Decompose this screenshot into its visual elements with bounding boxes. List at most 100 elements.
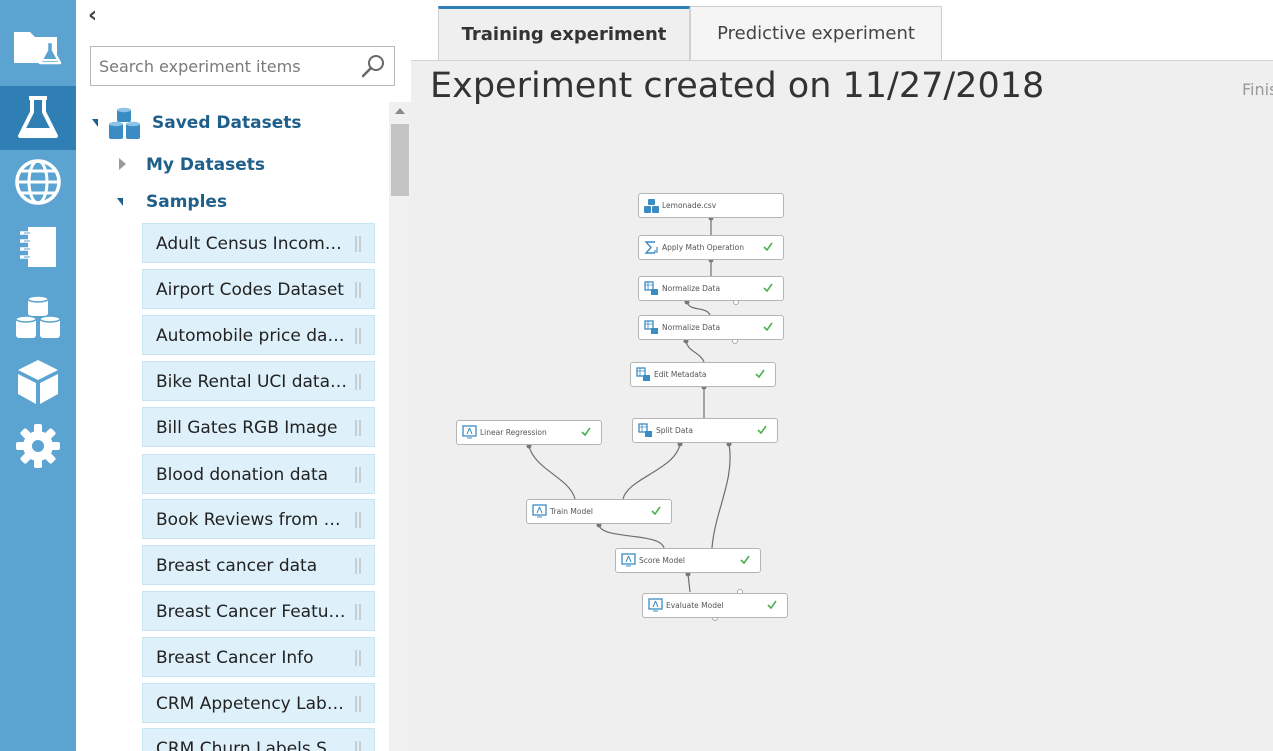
grip-icon: [355, 741, 361, 751]
check-icon: [581, 427, 591, 436]
tree-my-datasets[interactable]: My Datasets: [146, 155, 265, 175]
module-normalize-data-1[interactable]: Normalize Data: [638, 276, 784, 301]
list-item[interactable]: Bike Rental UCI dataset: [142, 361, 375, 401]
tree-samples[interactable]: Samples: [146, 192, 227, 212]
search-input[interactable]: [91, 47, 367, 85]
run-status: Finis: [1242, 80, 1273, 99]
grip-icon: [355, 467, 361, 483]
list-item[interactable]: Automobile price dat...: [142, 315, 375, 355]
list-item-label: Breast Cancer Features: [156, 602, 348, 622]
saved-datasets-expand-arrow[interactable]: [92, 119, 98, 127]
list-item-label: CRM Churn Labels Sh...: [156, 739, 348, 751]
search-box: [90, 46, 395, 86]
tab-predictive-experiment[interactable]: Predictive experiment: [690, 6, 942, 60]
palette-scrollbar[interactable]: [389, 102, 411, 751]
check-icon: [740, 555, 750, 564]
module-label: Score Model: [639, 556, 685, 565]
rail-notebooks[interactable]: [0, 215, 76, 279]
module-label: Train Model: [550, 507, 593, 516]
grip-icon: [355, 512, 361, 528]
module-apply-math-operation[interactable]: Apply Math Operation: [638, 235, 784, 260]
scroll-thumb[interactable]: [391, 124, 409, 196]
grip-icon: [355, 328, 361, 344]
list-item[interactable]: Blood donation data: [142, 454, 375, 494]
grip-icon: [355, 604, 361, 620]
list-item[interactable]: Bill Gates RGB Image: [142, 407, 375, 447]
list-item-label: Airport Codes Dataset: [156, 280, 344, 300]
tree-saved-datasets[interactable]: Saved Datasets: [152, 113, 302, 133]
model-icon: [462, 425, 477, 439]
rail-trained-models[interactable]: [0, 350, 76, 414]
check-icon: [767, 600, 777, 609]
module-label: Evaluate Model: [666, 601, 724, 610]
module-edit-metadata[interactable]: Edit Metadata: [630, 362, 776, 387]
search-icon[interactable]: [360, 53, 386, 79]
list-item[interactable]: Breast Cancer Features: [142, 591, 375, 631]
tab-training-experiment[interactable]: Training experiment: [438, 6, 690, 60]
grip-icon: [355, 696, 361, 712]
rail-experiments[interactable]: [0, 86, 76, 150]
list-item[interactable]: CRM Appetency Labe...: [142, 683, 375, 723]
list-item-label: Adult Census Income...: [156, 234, 348, 254]
experiment-canvas[interactable]: [411, 60, 1273, 751]
list-item[interactable]: Adult Census Income...: [142, 223, 375, 263]
check-icon: [763, 283, 773, 292]
gear-icon: [16, 424, 60, 468]
list-item[interactable]: Book Reviews from A...: [142, 499, 375, 539]
list-item-label: Book Reviews from A...: [156, 510, 348, 530]
module-label: Split Data: [656, 426, 693, 435]
cube-icon: [18, 360, 58, 404]
collapse-palette-button[interactable]: ‹: [88, 4, 106, 28]
list-item-label: Bill Gates RGB Image: [156, 418, 338, 438]
list-item[interactable]: Airport Codes Dataset: [142, 269, 375, 309]
list-item[interactable]: CRM Churn Labels Sh...: [142, 728, 375, 751]
transform-icon: [638, 423, 652, 437]
rail-settings[interactable]: [0, 414, 76, 478]
sample-dataset-list: Adult Census Income... Airport Codes Dat…: [142, 220, 376, 751]
my-datasets-expand-arrow[interactable]: [119, 158, 126, 170]
list-item-label: Blood donation data: [156, 465, 329, 485]
list-item[interactable]: Breast Cancer Info: [142, 637, 375, 677]
datasets-icon: [15, 295, 61, 338]
grip-icon: [355, 236, 361, 252]
module-split-data[interactable]: Split Data: [632, 418, 778, 443]
list-item[interactable]: Breast cancer data: [142, 545, 375, 585]
scroll-up-arrow[interactable]: [395, 108, 405, 114]
samples-expand-arrow[interactable]: [117, 198, 123, 206]
module-label: Linear Regression: [480, 428, 547, 437]
check-icon: [651, 506, 661, 515]
module-label: Edit Metadata: [654, 370, 707, 379]
grip-icon: [355, 558, 361, 574]
flask-icon: [18, 96, 58, 138]
sigma-icon: [644, 241, 658, 254]
check-icon: [757, 425, 767, 434]
module-score-model[interactable]: Score Model: [615, 548, 761, 573]
transform-icon: [644, 281, 658, 295]
dataset-icon: [644, 199, 659, 213]
module-lemonade-csv[interactable]: Lemonade.csv: [638, 193, 784, 218]
model-icon: [621, 553, 636, 567]
module-label: Normalize Data: [662, 323, 721, 332]
rail-web-services[interactable]: [0, 150, 76, 214]
module-label: Apply Math Operation: [662, 243, 745, 252]
module-label: Normalize Data: [662, 284, 721, 293]
module-train-model[interactable]: Train Model: [526, 499, 672, 524]
folder-flask-icon: [14, 32, 62, 65]
module-evaluate-model[interactable]: Evaluate Model: [642, 593, 788, 618]
grip-icon: [355, 650, 361, 666]
rail-datasets[interactable]: [0, 286, 76, 350]
notebook-icon: [20, 227, 56, 267]
grip-icon: [355, 282, 361, 298]
globe-icon: [15, 159, 61, 205]
experiment-title[interactable]: Experiment created on 11/27/2018: [430, 66, 1044, 106]
list-item-label: Automobile price dat...: [156, 326, 348, 346]
check-icon: [763, 322, 773, 331]
module-normalize-data-2[interactable]: Normalize Data: [638, 315, 784, 340]
list-item-label: CRM Appetency Labe...: [156, 694, 348, 714]
navigation-rail: [0, 0, 76, 751]
list-item-label: Bike Rental UCI dataset: [156, 372, 348, 392]
rail-projects[interactable]: [0, 14, 76, 78]
module-linear-regression[interactable]: Linear Regression: [456, 420, 602, 445]
saved-datasets-icon: [109, 107, 140, 139]
transform-icon: [636, 367, 650, 381]
